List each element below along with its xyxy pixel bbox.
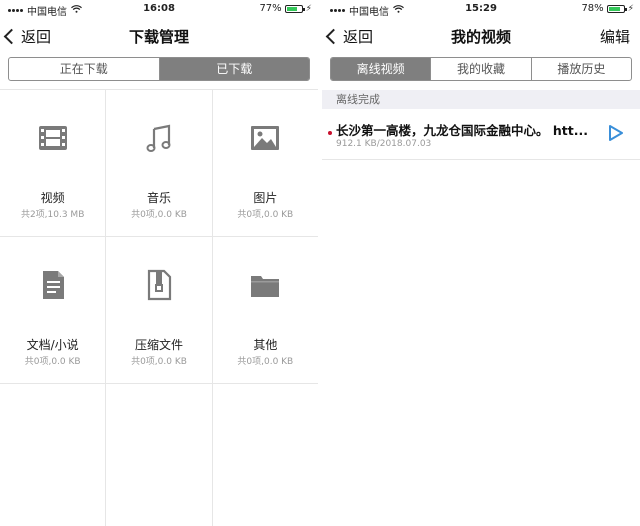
category-summary: 共0项,0.0 KB (237, 210, 294, 220)
status-bar: 中国电信 16:08 77% ⚡ (0, 0, 318, 18)
tab-downloading[interactable]: 正在下载 (9, 58, 159, 80)
section-title: 离线完成 (336, 93, 380, 106)
navigation-bar: 返回 下载管理 (0, 18, 318, 54)
document-icon (42, 271, 64, 299)
video-title: 长沙第一高楼，九龙仓国际金融中心。 htt... (336, 123, 588, 138)
category-music[interactable]: 音乐 共0项,0.0 KB (105, 90, 211, 236)
battery-icon (606, 4, 627, 13)
download-manager-screen: 中国电信 16:08 77% ⚡ 返回 下载管理 正在下载 已下载 视频 共2项… (0, 0, 318, 526)
edit-button[interactable]: 编辑 (600, 26, 630, 47)
folder-icon (251, 276, 280, 297)
category-label: 文档/小说 (26, 338, 79, 352)
page-title: 下载管理 (128, 28, 189, 46)
category-summary: 共0项,0.0 KB (131, 357, 187, 367)
tab-downloaded[interactable]: 已下载 (158, 58, 309, 80)
music-note-icon (146, 124, 171, 152)
video-meta: 912.1 KB/2018.07.03 (336, 139, 432, 149)
category-label: 压缩文件 (134, 338, 183, 352)
grid-empty-cell (211, 384, 318, 526)
video-list-item[interactable]: 长沙第一高楼，九龙仓国际金融中心。 htt... 912.1 KB/2018.0… (322, 109, 640, 160)
category-summary: 共0项,0.0 KB (237, 357, 294, 367)
grid-empty-cell (0, 384, 105, 526)
category-video[interactable]: 视频 共2项,10.3 MB (0, 90, 105, 236)
category-summary: 共2项,10.3 MB (20, 210, 85, 220)
video-tabs: 离线视频 我的收藏 播放历史 (330, 57, 632, 81)
play-icon[interactable] (608, 124, 624, 142)
tab-offline-videos[interactable]: 离线视频 (331, 58, 431, 80)
category-summary: 共0项,0.0 KB (131, 210, 187, 220)
tab-play-history[interactable]: 播放历史 (530, 58, 631, 80)
download-tabs: 正在下载 已下载 (8, 57, 310, 81)
grid-empty-cell (105, 384, 211, 526)
film-icon (38, 126, 67, 150)
charging-icon: ⚡ (627, 3, 634, 14)
category-archives[interactable]: 压缩文件 共0项,0.0 KB (105, 237, 211, 383)
page-title: 我的视频 (450, 28, 511, 46)
category-label: 音乐 (146, 191, 171, 205)
section-header: 离线完成 (322, 90, 640, 109)
category-label: 图片 (253, 191, 278, 205)
battery-percent: 77% (259, 3, 282, 14)
navigation-bar: 返回 我的视频 编辑 (322, 18, 640, 54)
category-label: 视频 (40, 191, 65, 205)
category-label: 其他 (253, 338, 278, 352)
status-bar: 中国电信 15:29 78% ⚡ (322, 0, 640, 18)
my-videos-screen: 中国电信 15:29 78% ⚡ 返回 我的视频 编辑 离线视频 我的收藏 播放… (322, 0, 640, 526)
category-grid: 视频 共2项,10.3 MB 音乐 共0项,0.0 KB 图片 共0项,0.0 … (0, 89, 318, 526)
battery-icon (284, 4, 305, 13)
category-other[interactable]: 其他 共0项,0.0 KB (211, 237, 318, 383)
charging-icon: ⚡ (305, 3, 312, 14)
tab-favorites[interactable]: 我的收藏 (430, 58, 530, 80)
category-documents[interactable]: 文档/小说 共0项,0.0 KB (0, 237, 105, 383)
image-icon (251, 126, 280, 150)
category-pictures[interactable]: 图片 共0项,0.0 KB (211, 90, 318, 236)
unread-dot (328, 131, 332, 135)
battery-percent: 78% (581, 3, 604, 14)
archive-icon (147, 269, 172, 301)
category-summary: 共0项,0.0 KB (24, 357, 81, 367)
